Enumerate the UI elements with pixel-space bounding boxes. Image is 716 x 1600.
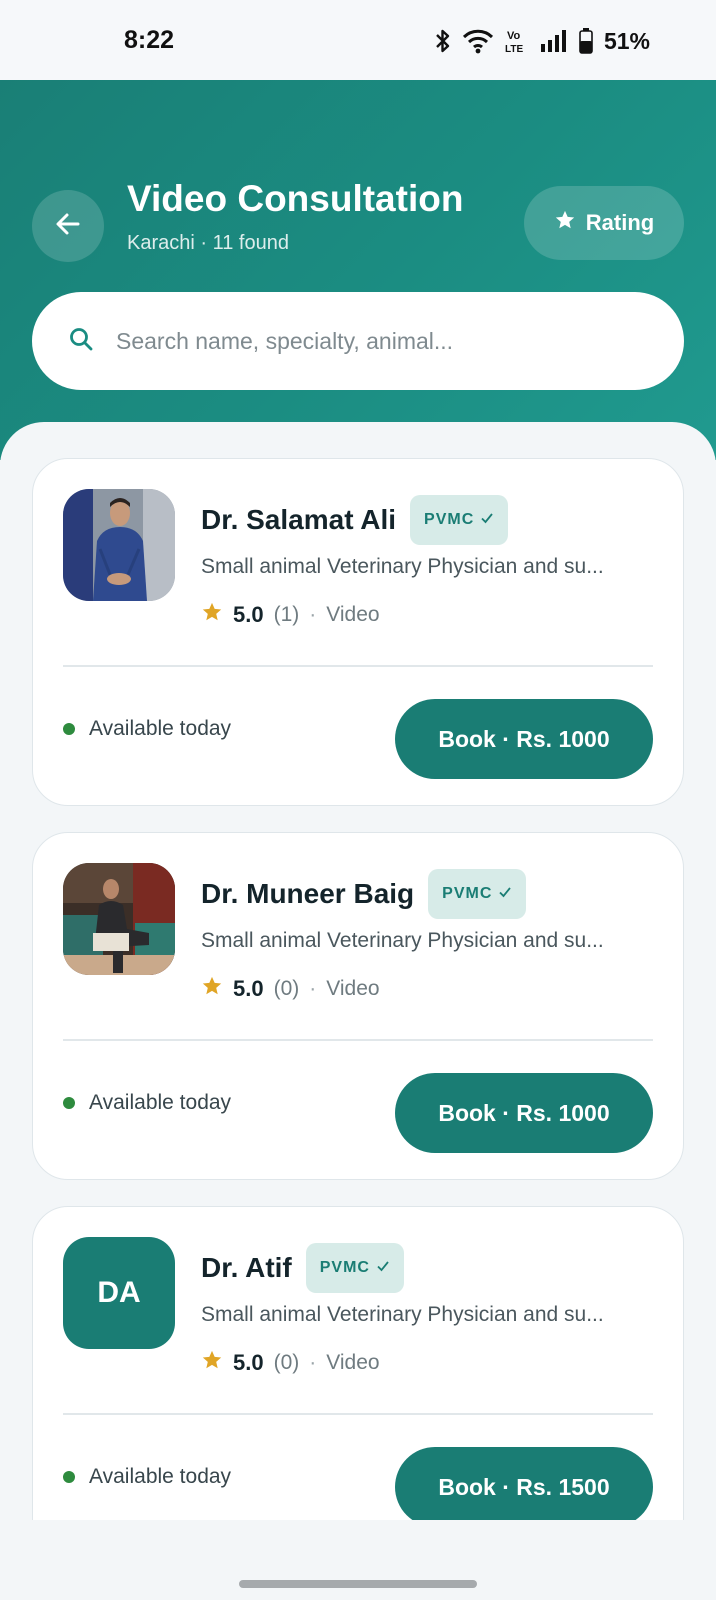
pvmc-badge: PVMC [305, 1243, 404, 1293]
check-icon [480, 511, 494, 530]
consultation-mode: Video [326, 1351, 380, 1374]
battery-percentage: 51% [603, 27, 650, 54]
doctor-name: Dr. Salamat Ali [201, 504, 397, 535]
divider [63, 1039, 653, 1041]
review-count: (0) [273, 977, 300, 1000]
doctor-card[interactable]: Dr. Muneer Baig PVMC Small animal Veteri… [32, 832, 684, 1180]
bluetooth-icon [435, 28, 451, 54]
home-indicator[interactable] [239, 1580, 477, 1588]
doctor-meta: 5.0 (0) · Video [201, 1349, 380, 1377]
star-icon [554, 209, 576, 237]
doctor-meta: 5.0 (0) · Video [201, 975, 380, 1003]
availability-label: Available today [89, 717, 232, 740]
doctor-name-row: Dr. Muneer Baig PVMC [201, 869, 527, 919]
doctor-specialty: Small animal Veterinary Physician and su… [201, 555, 604, 578]
doctor-specialty: Small animal Veterinary Physician and su… [201, 1303, 604, 1326]
doctor-name-row: Dr. Salamat Ali PVMC [201, 495, 509, 545]
rating-sort-button[interactable]: Rating [524, 186, 684, 260]
search-placeholder: Search name, specialty, animal... [116, 327, 454, 354]
availability-status: Available today [63, 1091, 231, 1115]
svg-text:LTE: LTE [505, 44, 523, 55]
pvmc-badge-label: PVMC [319, 1259, 370, 1276]
battery-icon [579, 28, 593, 54]
availability-status: Available today [63, 1465, 231, 1489]
divider [63, 665, 653, 667]
header: Video Consultation Karachi · 11 found Ra… [0, 80, 716, 460]
meta-separator: · [309, 977, 317, 1000]
signal-icon [540, 29, 568, 53]
pvmc-badge: PVMC [428, 869, 527, 919]
wifi-icon [462, 28, 494, 54]
star-icon [201, 975, 223, 1003]
check-icon [376, 1259, 390, 1278]
rating-value: 5.0 [233, 1350, 264, 1375]
rating-value: 5.0 [233, 602, 264, 627]
status-icons: Vo LTE 51% [435, 26, 650, 56]
review-count: (0) [273, 1351, 300, 1374]
pvmc-badge: PVMC [410, 495, 509, 545]
book-button[interactable]: Book · Rs. 1500 [395, 1447, 653, 1520]
rating-value: 5.0 [233, 976, 264, 1001]
doctor-card[interactable]: DA Dr. Atif PVMC Small animal Veterinary… [32, 1206, 684, 1520]
doctor-name: Dr. Muneer Baig [201, 878, 415, 909]
star-icon [201, 1349, 223, 1377]
pvmc-badge-label: PVMC [442, 885, 493, 902]
meta-separator: · [309, 1351, 317, 1374]
search-icon [68, 326, 94, 357]
doctor-name: Dr. Atif [201, 1252, 292, 1283]
search-input[interactable]: Search name, specialty, animal... [32, 292, 684, 390]
availability-label: Available today [89, 1465, 232, 1488]
avatar-initials: DA [97, 1276, 141, 1309]
back-button[interactable] [32, 190, 104, 262]
status-time: 8:22 [124, 26, 175, 54]
page-subtitle: Karachi · 11 found [127, 232, 289, 254]
avatar [63, 489, 175, 601]
available-dot-icon [63, 1471, 75, 1483]
review-count: (1) [273, 603, 300, 626]
svg-text:Vo: Vo [507, 30, 521, 42]
consultation-mode: Video [326, 977, 380, 1000]
page-title: Video Consultation [127, 178, 464, 219]
availability-status: Available today [63, 717, 231, 741]
avatar: DA [63, 1237, 175, 1349]
check-icon [498, 885, 512, 904]
doctor-specialty: Small animal Veterinary Physician and su… [201, 929, 604, 952]
star-icon [201, 601, 223, 629]
doctor-name-row: Dr. Atif PVMC [201, 1243, 404, 1293]
book-button[interactable]: Book · Rs. 1000 [395, 699, 653, 779]
meta-separator: · [309, 603, 317, 626]
pvmc-badge-label: PVMC [424, 511, 475, 528]
doctor-list-panel: Dr. Salamat Ali PVMC Small animal Veteri… [0, 422, 716, 1600]
doctor-list[interactable]: Dr. Salamat Ali PVMC Small animal Veteri… [0, 422, 716, 1520]
rating-button-label: Rating [585, 210, 655, 235]
doctor-meta: 5.0 (1) · Video [201, 601, 380, 629]
availability-label: Available today [89, 1091, 232, 1114]
doctor-card[interactable]: Dr. Salamat Ali PVMC Small animal Veteri… [32, 458, 684, 806]
status-bar: 8:22 Vo LTE 51% [0, 0, 716, 80]
book-button[interactable]: Book · Rs. 1000 [395, 1073, 653, 1153]
available-dot-icon [63, 723, 75, 735]
volte-icon: Vo LTE [505, 27, 529, 55]
available-dot-icon [63, 1097, 75, 1109]
avatar [63, 863, 175, 975]
consultation-mode: Video [326, 603, 380, 626]
divider [63, 1413, 653, 1415]
arrow-left-icon [54, 210, 82, 243]
